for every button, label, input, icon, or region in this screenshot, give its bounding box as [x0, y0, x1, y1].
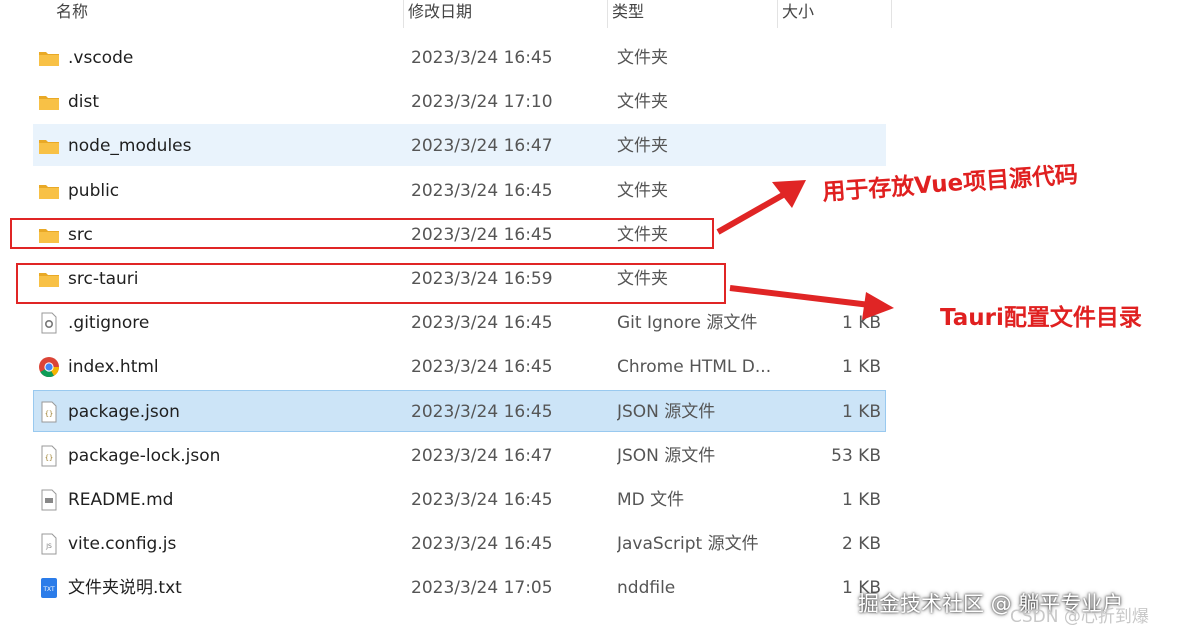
arrow-to-tauri-note — [729, 285, 871, 308]
csdn-watermark: CSDN @心折到爆 — [1010, 607, 1149, 627]
arrow-to-src-note — [716, 188, 792, 235]
annotation-tauri-note: Tauri配置文件目录 — [940, 305, 1142, 331]
